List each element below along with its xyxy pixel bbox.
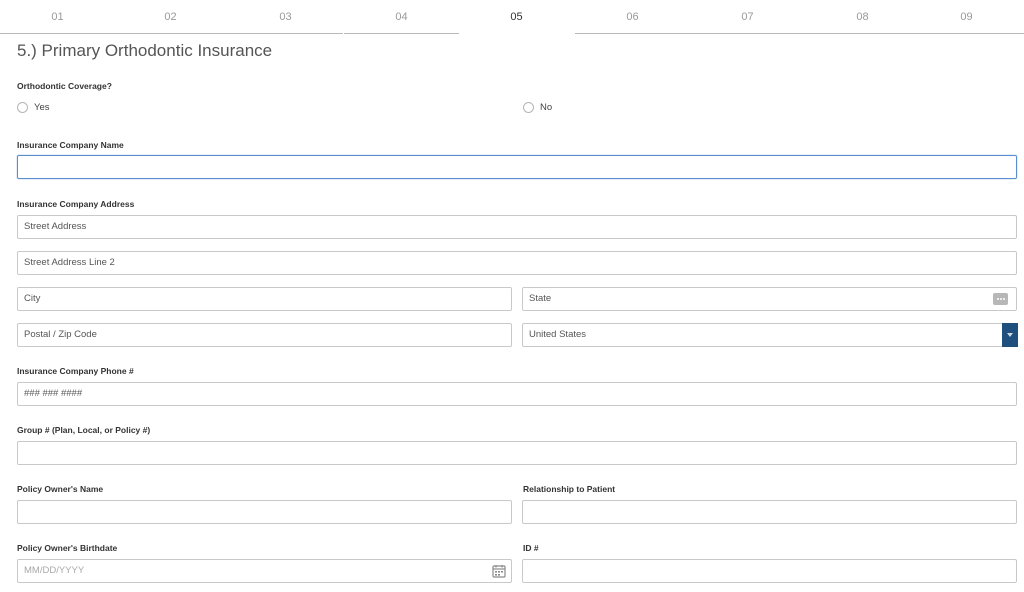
section-title: 5.) Primary Orthodontic Insurance bbox=[17, 41, 273, 60]
radio-circle[interactable] bbox=[523, 102, 534, 113]
birthdate-input[interactable]: MM/DD/YYYY bbox=[17, 559, 512, 583]
step-01[interactable]: 01 bbox=[0, 0, 115, 34]
postal-code-input[interactable]: Postal / Zip Code bbox=[17, 323, 512, 347]
step-05[interactable]: 05 bbox=[459, 0, 574, 34]
city-input[interactable]: City bbox=[17, 287, 512, 311]
step-09[interactable]: 09 bbox=[909, 0, 1024, 34]
id-number-input[interactable] bbox=[522, 559, 1017, 583]
step-08[interactable]: 08 bbox=[805, 0, 920, 34]
company-phone-label: Insurance Company Phone # bbox=[17, 366, 134, 376]
step-04[interactable]: 04 bbox=[344, 0, 459, 34]
id-number-label: ID # bbox=[523, 543, 539, 553]
country-select[interactable]: United States bbox=[522, 323, 1018, 347]
group-number-input[interactable] bbox=[17, 441, 1017, 465]
coverage-no-radio[interactable]: No bbox=[523, 102, 552, 113]
company-phone-input[interactable]: ### ### #### bbox=[17, 382, 1017, 406]
step-07[interactable]: 07 bbox=[690, 0, 805, 34]
coverage-label: Orthodontic Coverage? bbox=[17, 81, 112, 91]
street-address-input[interactable]: Street Address bbox=[17, 215, 1017, 239]
radio-circle[interactable] bbox=[17, 102, 28, 113]
policy-owner-name-label: Policy Owner's Name bbox=[17, 484, 104, 494]
state-placeholder: State bbox=[529, 293, 552, 304]
state-input[interactable]: State bbox=[522, 287, 1017, 311]
relationship-label: Relationship to Patient bbox=[523, 484, 616, 494]
coverage-yes-label: Yes bbox=[34, 102, 50, 113]
birthdate-label: Policy Owner's Birthdate bbox=[17, 543, 118, 553]
policy-owner-name-input[interactable] bbox=[17, 500, 512, 524]
street-address-line2-input[interactable]: Street Address Line 2 bbox=[17, 251, 1017, 275]
coverage-no-label: No bbox=[540, 102, 553, 113]
step-06[interactable]: 06 bbox=[575, 0, 690, 34]
chevron-down-icon[interactable] bbox=[1002, 323, 1018, 347]
step-02[interactable]: 02 bbox=[113, 0, 228, 34]
birthdate-placeholder: MM/DD/YYYY bbox=[24, 565, 85, 576]
company-name-input[interactable] bbox=[17, 155, 1017, 179]
step-03[interactable]: 03 bbox=[228, 0, 343, 34]
group-number-label: Group # (Plan, Local, or Policy #) bbox=[17, 425, 151, 435]
company-name-label: Insurance Company Name bbox=[17, 140, 124, 150]
coverage-yes-radio[interactable]: Yes bbox=[17, 102, 50, 113]
calendar-icon[interactable] bbox=[492, 564, 506, 578]
country-selected-value: United States bbox=[529, 329, 587, 340]
step-navigation: 01 02 03 04 05 06 07 08 09 bbox=[0, 0, 1024, 34]
relationship-input[interactable] bbox=[522, 500, 1017, 524]
company-address-label: Insurance Company Address bbox=[17, 199, 135, 209]
more-icon[interactable] bbox=[993, 293, 1008, 305]
